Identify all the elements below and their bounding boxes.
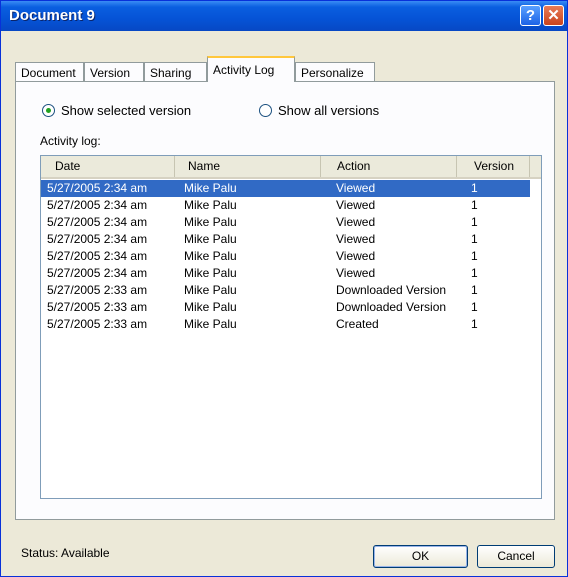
cell-name: Mike Palu [184,198,237,212]
list-header: Date Name Action Version [41,156,541,179]
cell-date: 5/27/2005 2:34 am [47,215,148,229]
list-item[interactable]: 5/27/2005 2:33 am Mike Palu Downloaded Ver… [41,299,541,316]
cell-version: 1 [471,317,478,331]
cell-name: Mike Palu [184,181,237,195]
list-item[interactable]: 5/27/2005 2:34 am Mike Palu Viewed 1 [41,180,541,197]
status-text: Status: Available [21,546,110,560]
list-item[interactable]: 5/27/2005 2:34 am Mike Palu Viewed 1 [41,248,541,265]
cell-date: 5/27/2005 2:34 am [47,198,148,212]
list-item[interactable]: 5/27/2005 2:34 am Mike Palu Viewed 1 [41,265,541,282]
cell-version: 1 [471,249,478,263]
tab-sharing[interactable]: Sharing [144,62,207,81]
radio-unchecked-icon [259,104,272,117]
cell-version: 1 [471,232,478,246]
list-item[interactable]: 5/27/2005 2:33 am Mike Palu Created 1 [41,316,541,333]
cell-action: Viewed [336,181,376,195]
cell-action: Viewed [336,215,376,229]
column-header-version[interactable]: Version [457,156,530,177]
list-item[interactable]: 5/27/2005 2:34 am Mike Palu Viewed 1 [41,231,541,248]
cell-version: 1 [471,181,478,195]
cell-date: 5/27/2005 2:34 am [47,266,148,280]
cell-version: 1 [471,215,478,229]
cell-action: Downloaded Version [336,300,447,314]
cell-date: 5/27/2005 2:33 am [47,283,148,297]
cell-name: Mike Palu [184,249,237,263]
cell-action: Created [336,317,379,331]
cell-action: Downloaded Version [336,283,447,297]
cell-date: 5/27/2005 2:34 am [47,249,148,263]
cell-name: Mike Palu [184,283,237,297]
column-header-action[interactable]: Action [321,156,457,177]
list-rows: 5/27/2005 2:34 am Mike Palu Viewed 1 5/27/20… [41,180,541,333]
cell-version: 1 [471,283,478,297]
column-header-name[interactable]: Name [175,156,321,177]
cell-name: Mike Palu [184,232,237,246]
cell-action: Viewed [336,232,376,246]
list-item[interactable]: 5/27/2005 2:34 am Mike Palu Viewed 1 [41,197,541,214]
cell-version: 1 [471,198,478,212]
show-selected-version-radio[interactable]: Show selected version [42,103,191,118]
list-item[interactable]: 5/27/2005 2:33 am Mike Palu Downloaded Ver… [41,282,541,299]
activity-log-label: Activity log: [40,134,101,148]
cell-date: 5/27/2005 2:33 am [47,317,148,331]
cell-name: Mike Palu [184,300,237,314]
title-bar[interactable]: Document 9 ? ✕ [1,1,567,31]
cell-date: 5/27/2005 2:34 am [47,232,148,246]
activity-log-list[interactable]: Date Name Action Version 5/27/2005 2:34 … [40,155,542,499]
list-item[interactable]: 5/27/2005 2:34 am Mike Palu Viewed 1 [41,214,541,231]
cancel-button[interactable]: Cancel [477,545,555,568]
show-all-versions-radio[interactable]: Show all versions [259,103,379,118]
tab-version[interactable]: Version [84,62,144,81]
activity-log-panel: Show selected version Show all versions … [15,81,555,520]
cell-name: Mike Palu [184,215,237,229]
cell-version: 1 [471,300,478,314]
window-title: Document 9 [9,7,95,24]
help-icon[interactable]: ? [520,5,541,26]
tab-activity-log[interactable]: Activity Log [207,56,295,82]
radio-label: Show all versions [278,103,380,118]
cell-name: Mike Palu [184,317,237,331]
tab-personalize[interactable]: Personalize [295,62,375,81]
cell-name: Mike Palu [184,266,237,280]
document-properties-dialog: Document 9 ? ✕ Document Version Sharing … [0,0,568,577]
radio-checked-icon [42,104,55,117]
tab-document[interactable]: Document [15,62,84,81]
cell-action: Viewed [336,198,376,212]
column-header-date[interactable]: Date [41,156,175,177]
cell-action: Viewed [336,249,376,263]
cell-version: 1 [471,266,478,280]
cell-date: 5/27/2005 2:34 am [47,181,148,195]
cell-action: Viewed [336,266,376,280]
ok-button[interactable]: OK [373,545,468,568]
radio-label: Show selected version [61,103,192,118]
close-icon[interactable]: ✕ [543,5,564,26]
cell-date: 5/27/2005 2:33 am [47,300,148,314]
